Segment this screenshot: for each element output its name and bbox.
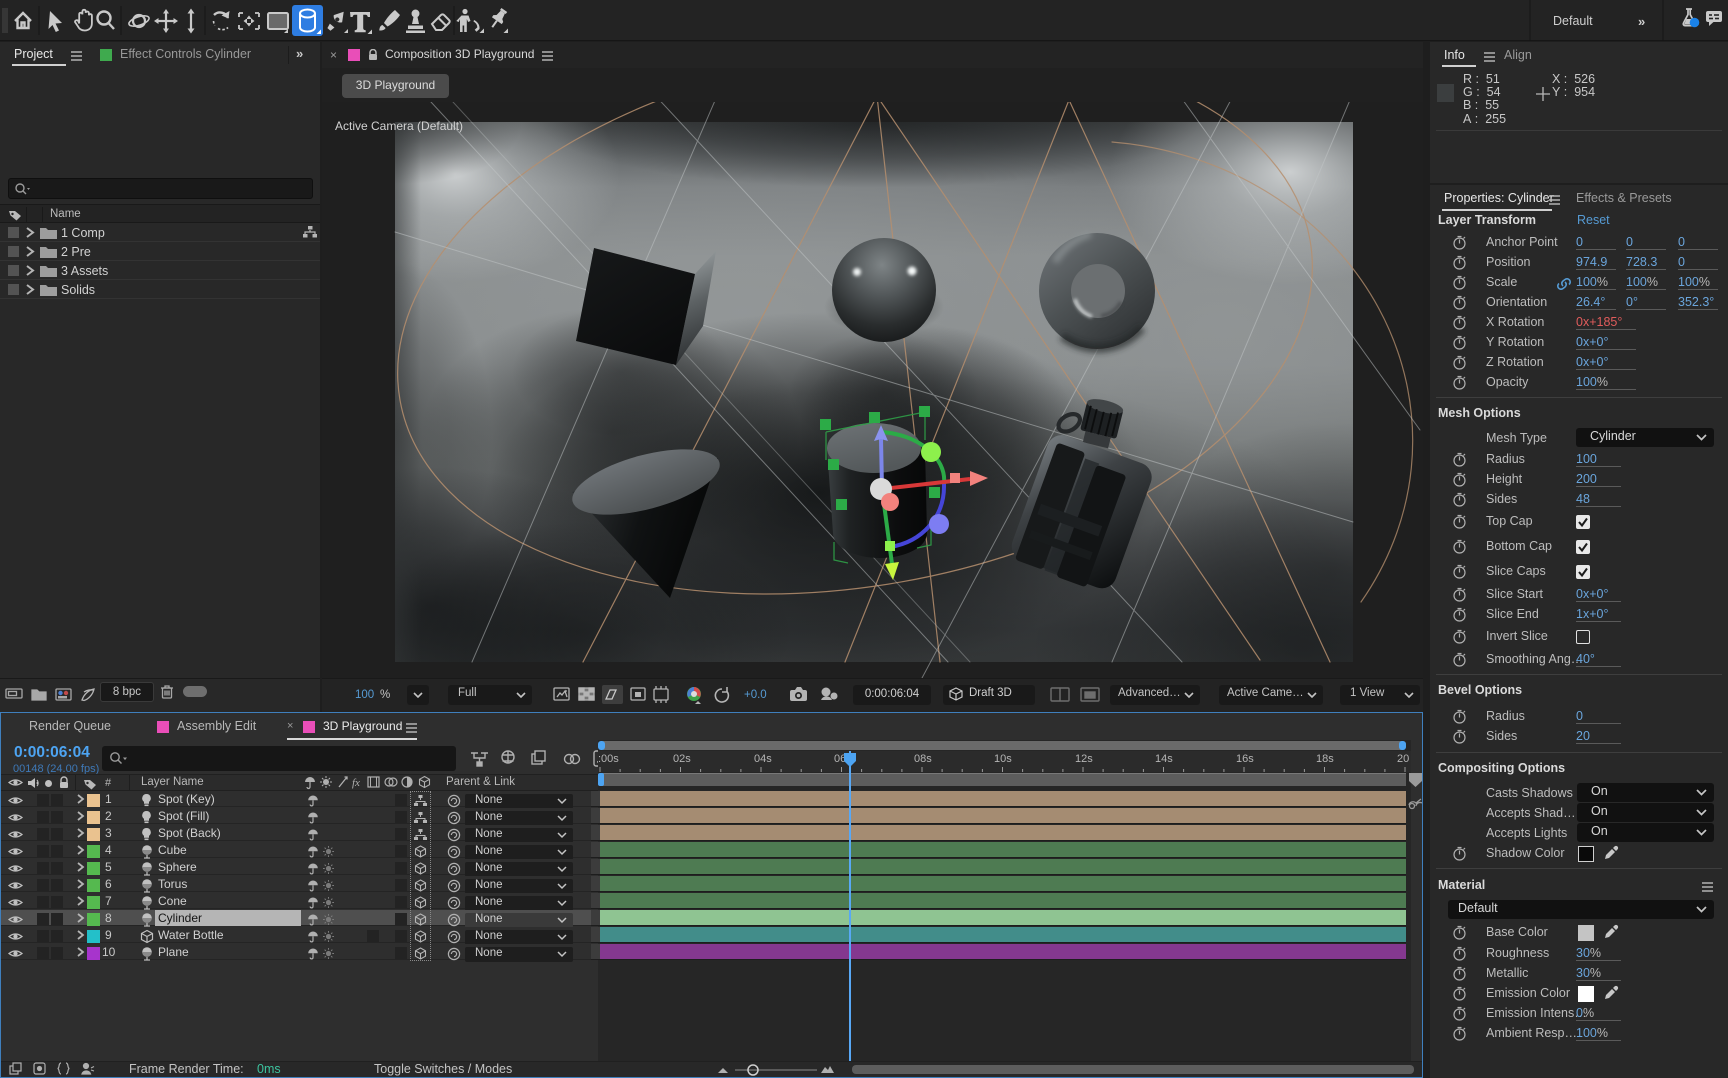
svg-text:Default: Default [1553, 14, 1593, 28]
svg-text:fx: fx [352, 777, 360, 789]
svg-text:»: » [1638, 14, 1645, 29]
